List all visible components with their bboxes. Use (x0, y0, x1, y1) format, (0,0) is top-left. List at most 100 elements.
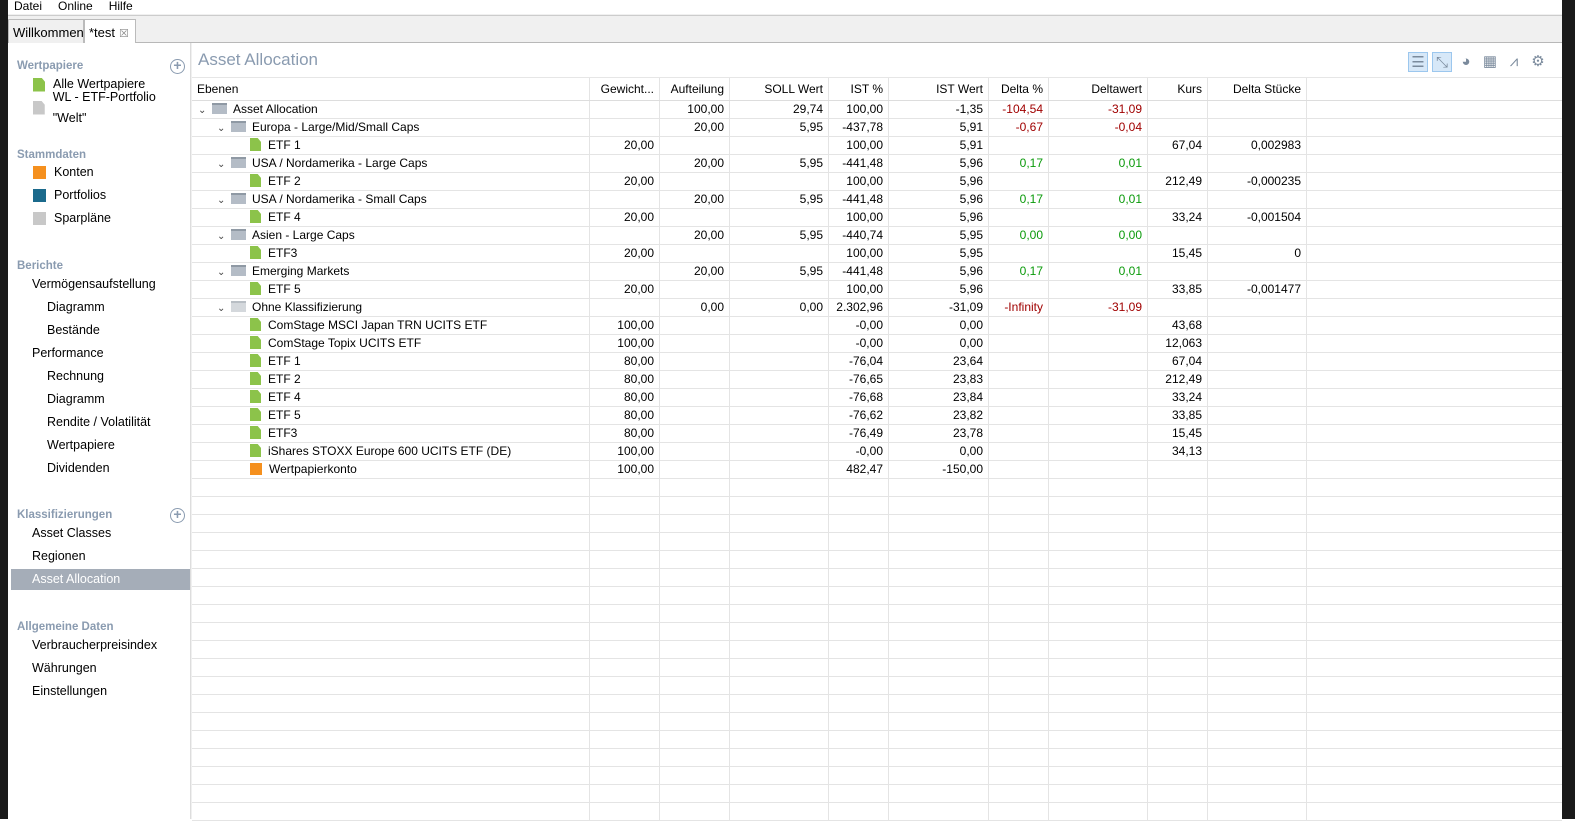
cell-value: -150,00 (942, 462, 983, 476)
table-cell (730, 749, 829, 766)
chevron-down-icon[interactable]: ⌄ (217, 228, 231, 244)
table-row[interactable]: ⌄ Asset Allocation 100,00 29,74 100,00 -1,35 -… (192, 101, 1562, 119)
chevron-down-icon[interactable]: ⌄ (217, 264, 231, 280)
sidebar-item[interactable]: Vermögensaufstellung (32, 274, 156, 295)
table-row[interactable]: ETF 5 80,00 -76,62 23,82 33,85 (192, 407, 1562, 425)
table-cell (1208, 335, 1307, 352)
area-chart-icon[interactable]: ⩘ (1504, 52, 1524, 72)
table-cell (730, 695, 829, 712)
sidebar-item[interactable]: WL - ETF-Portfolio "Welt" (33, 90, 190, 125)
sidebar-item[interactable]: Diagramm (47, 297, 105, 318)
column-header[interactable]: Aufteilung (660, 78, 730, 100)
column-header[interactable]: IST % (829, 78, 889, 100)
table-row[interactable]: ComStage MSCI Japan TRN UCITS ETF 100,00 -… (192, 317, 1562, 335)
table-row[interactable]: ⌄ Europa - Large/Mid/Small Caps 20,00 5,95 -… (192, 119, 1562, 137)
table-row[interactable]: ⌄ USA / Nordamerika - Small Caps 20,00 5,95… (192, 191, 1562, 209)
expand-icon[interactable]: ⤡ (1432, 52, 1452, 72)
list-view-icon[interactable]: ☰ (1408, 52, 1428, 72)
chevron-down-icon[interactable]: ⌄ (217, 192, 231, 208)
tree-cell (192, 803, 590, 820)
column-header[interactable]: IST Wert (889, 78, 989, 100)
table-row[interactable]: ETF 5 20,00 100,00 5,96 33,85 -0,001477 (192, 281, 1562, 299)
table-row[interactable]: ⌄ Emerging Markets 20,00 5,95 -441,48 5,96 0,1… (192, 263, 1562, 281)
column-header[interactable]: Delta % (989, 78, 1049, 100)
sidebar-item[interactable]: Konten (33, 162, 94, 183)
tree-cell (192, 569, 590, 586)
table-cell (1049, 173, 1148, 190)
cell-value: 5,96 (959, 156, 983, 170)
sidebar-item[interactable]: Sparpläne (33, 208, 111, 229)
table-row[interactable]: ⌄ Asien - Large Caps 20,00 5,95 -440,74 5,95 0… (192, 227, 1562, 245)
add-wertpapiere-button[interactable]: + (170, 58, 185, 74)
table-row[interactable]: ETF 2 80,00 -76,65 23,83 212,49 (192, 371, 1562, 389)
sidebar-item[interactable]: Wertpapiere (47, 435, 115, 456)
table-row[interactable]: ETF 4 80,00 -76,68 23,84 33,24 (192, 389, 1562, 407)
table-cell (889, 659, 989, 676)
table-cell (1049, 497, 1148, 514)
chevron-down-icon[interactable]: ⌄ (217, 300, 231, 316)
table-row[interactable]: iShares STOXX Europe 600 UCITS ETF (DE) 1… (192, 443, 1562, 461)
table-row[interactable]: ETF3 20,00 100,00 5,95 15,45 0 (192, 245, 1562, 263)
column-header[interactable]: Ebenen (192, 78, 590, 100)
table-cell: 100,00 (829, 209, 889, 226)
table-row[interactable]: ETF 1 20,00 100,00 5,91 67,04 0,002983 (192, 137, 1562, 155)
chevron-down-icon[interactable]: ⌄ (198, 102, 212, 118)
table-cell: 0,00 (660, 299, 730, 316)
column-header[interactable]: Kurs (1148, 78, 1208, 100)
sidebar-item[interactable]: Einstellungen (32, 681, 107, 702)
sidebar-item[interactable]: Rechnung (47, 366, 104, 387)
sidebar-item[interactable]: Asset Classes (32, 523, 111, 544)
menu-hilfe[interactable]: Hilfe (109, 0, 133, 14)
tab-test[interactable]: *test ☒ (84, 19, 136, 45)
pie-chart-icon[interactable]: ◕ (1456, 52, 1476, 72)
menu-online[interactable]: Online (58, 0, 93, 14)
treemap-icon[interactable]: ▦ (1480, 52, 1500, 72)
table-cell: 482,47 (829, 461, 889, 478)
sidebar-item[interactable]: Währungen (32, 658, 97, 679)
chevron-down-icon[interactable]: ⌄ (217, 156, 231, 172)
table-cell: 33,85 (1148, 407, 1208, 424)
settings-gear-icon[interactable]: ⚙ (1528, 52, 1548, 72)
add-klass-button[interactable]: + (170, 507, 185, 523)
main-panel: Asset Allocation ☰ ⤡ ◕ ▦ ⩘ ⚙ Ebenen Gewic… (192, 43, 1562, 821)
table-cell (829, 533, 889, 550)
cell-value: 0,00 (1118, 228, 1142, 242)
sidebar-item[interactable]: Diagramm (47, 389, 105, 410)
sidebar-item[interactable]: Asset Allocation (11, 569, 190, 590)
table-row[interactable]: ⌄ USA / Nordamerika - Large Caps 20,00 5,95… (192, 155, 1562, 173)
table-cell (1208, 587, 1307, 604)
table-row[interactable]: ComStage Topix UCITS ETF 100,00 -0,00 0,00 1… (192, 335, 1562, 353)
table-cell (989, 803, 1049, 820)
sidebar-item[interactable]: Bestände (47, 320, 100, 341)
table-cell: 20,00 (660, 191, 730, 208)
sidebar-item[interactable]: Performance (32, 343, 104, 364)
table-row[interactable]: ETF 1 80,00 -76,04 23,64 67,04 (192, 353, 1562, 371)
table-row[interactable]: Wertpapierkonto 100,00 482,47 -150,00 (192, 461, 1562, 479)
cell-value: 67,04 (1171, 354, 1202, 368)
sidebar-item[interactable]: Portfolios (33, 185, 106, 206)
table-row[interactable]: ETF 4 20,00 100,00 5,96 33,24 -0,001504 (192, 209, 1562, 227)
security-icon (250, 372, 261, 385)
column-header[interactable]: SOLL Wert (730, 78, 829, 100)
table-row[interactable]: ETF3 80,00 -76,49 23,78 15,45 (192, 425, 1562, 443)
table-cell (660, 443, 730, 460)
tab-willkommen[interactable]: Willkommen (8, 19, 84, 44)
table-cell (829, 623, 889, 640)
cell-value: -0,00 (855, 444, 883, 458)
column-header[interactable]: Deltawert (1049, 78, 1148, 100)
sidebar-item[interactable]: Regionen (32, 546, 86, 567)
menu-datei[interactable]: Datei (14, 0, 42, 14)
table-cell (660, 335, 730, 352)
sidebar-item[interactable]: Verbraucherpreisindex (32, 635, 157, 656)
table-row[interactable]: ETF 2 20,00 100,00 5,96 212,49 -0,000235 (192, 173, 1562, 191)
column-header[interactable]: Gewicht... (590, 78, 660, 100)
chevron-down-icon[interactable]: ⌄ (217, 120, 231, 136)
table-cell: 20,00 (590, 245, 660, 262)
table-cell (1049, 731, 1148, 748)
cell-value: 33,85 (1171, 282, 1202, 296)
close-icon[interactable]: ☒ (119, 28, 129, 40)
sidebar-item[interactable]: Rendite / Volatilität (47, 412, 151, 433)
sidebar-item[interactable]: Dividenden (47, 458, 110, 479)
column-header[interactable]: Delta Stücke (1208, 78, 1307, 100)
table-row[interactable]: ⌄ Ohne Klassifizierung 0,00 0,00 2.302,96 -31… (192, 299, 1562, 317)
